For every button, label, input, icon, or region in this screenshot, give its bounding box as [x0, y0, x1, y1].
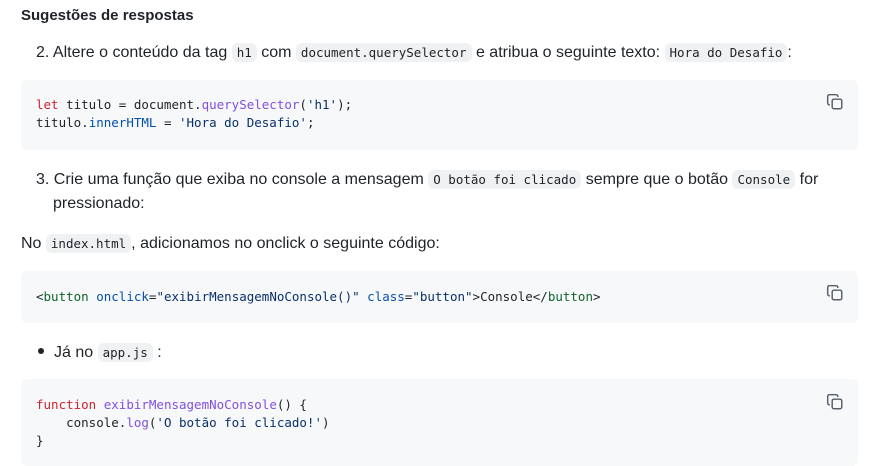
copy-icon[interactable]: [826, 284, 844, 302]
bullet-dot-icon: [38, 347, 44, 354]
code-content: <button onclick="exibirMensagemNoConsole…: [36, 289, 601, 304]
code-block-2: <button onclick="exibirMensagemNoConsole…: [21, 271, 858, 323]
copy-icon[interactable]: [826, 393, 844, 411]
item-text: for: [799, 171, 819, 188]
inline-code: Console: [732, 170, 796, 189]
list-item-2: 2. Altere o conteúdo da tag h1 com docum…: [36, 41, 792, 65]
bullet-item: Já no app.js :: [38, 341, 162, 365]
item-text: sempre que o botão: [585, 171, 729, 188]
bullet-text: Já no: [54, 344, 94, 361]
item-text: com: [261, 44, 292, 61]
inline-code: index.html: [45, 234, 132, 253]
section-heading: Sugestões de respostas: [21, 7, 194, 24]
code-block-1: let titulo = document.querySelector('h1'…: [21, 80, 858, 150]
item-text: Altere o conteúdo da tag: [52, 44, 228, 61]
para-text: , adicionamos no onclick o seguinte códi…: [131, 235, 440, 252]
list-item-3-continuation: pressionado:: [53, 195, 145, 212]
item-text: Crie uma função que exiba no console a m…: [53, 171, 424, 188]
inline-code: O botão foi clicado: [428, 170, 582, 189]
item-number: 3.: [36, 171, 50, 188]
paragraph-index: No index.html, adicionamos no onclick o …: [21, 232, 440, 256]
code-block-3: function exibirMensagemNoConsole() { con…: [21, 379, 858, 466]
inline-code: app.js: [97, 343, 153, 362]
item-number: 2.: [36, 44, 50, 61]
copy-icon[interactable]: [826, 93, 844, 111]
para-text: No: [21, 235, 42, 252]
inline-code: document.querySelector: [295, 43, 472, 62]
code-content: function exibirMensagemNoConsole() { con…: [36, 397, 330, 448]
item-text: :: [787, 44, 792, 61]
bullet-text: :: [157, 344, 162, 361]
inline-code: h1: [231, 43, 257, 62]
inline-code: Hora do Desafio: [664, 43, 788, 62]
list-item-3: 3. Crie uma função que exiba no console …: [36, 168, 818, 192]
code-content: let titulo = document.querySelector('h1'…: [36, 97, 353, 130]
item-text: e atribua o seguinte texto:: [475, 44, 661, 61]
